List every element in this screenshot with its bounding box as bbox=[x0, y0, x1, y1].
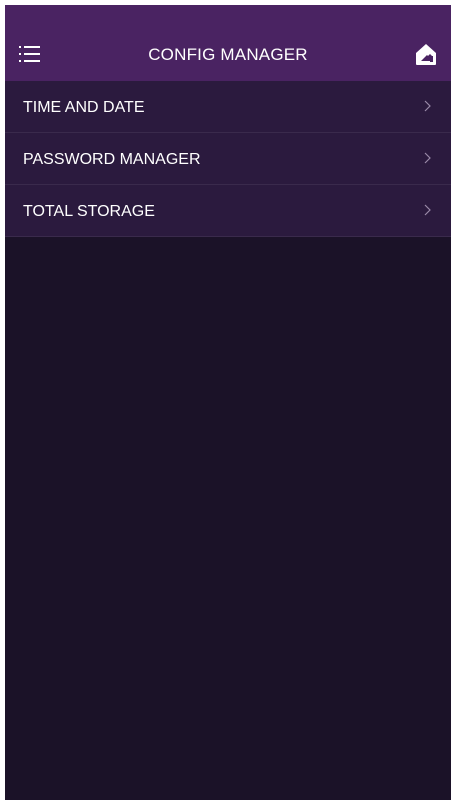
home-button[interactable] bbox=[413, 41, 439, 67]
top-bar: CONFIG MANAGER bbox=[5, 5, 451, 81]
menu-item-label: TIME AND DATE bbox=[23, 99, 145, 116]
config-menu-list: TIME AND DATE PASSWORD MANAGER TOTAL STO… bbox=[5, 81, 451, 237]
menu-item-label: PASSWORD MANAGER bbox=[23, 151, 201, 168]
home-icon bbox=[416, 44, 436, 65]
menu-item-label: TOTAL STORAGE bbox=[23, 203, 155, 220]
page-title: CONFIG MANAGER bbox=[148, 45, 308, 64]
menu-item-time-and-date[interactable]: TIME AND DATE bbox=[5, 81, 451, 133]
chevron-right-icon bbox=[424, 152, 431, 164]
chevron-right-icon bbox=[424, 100, 431, 112]
menu-item-password-manager[interactable]: PASSWORD MANAGER bbox=[5, 133, 451, 185]
menu-item-total-storage[interactable]: TOTAL STORAGE bbox=[5, 185, 451, 237]
chevron-right-icon bbox=[424, 204, 431, 216]
app-screen: CONFIG MANAGER TIME AND DATE PASSWORD MA… bbox=[5, 5, 451, 800]
